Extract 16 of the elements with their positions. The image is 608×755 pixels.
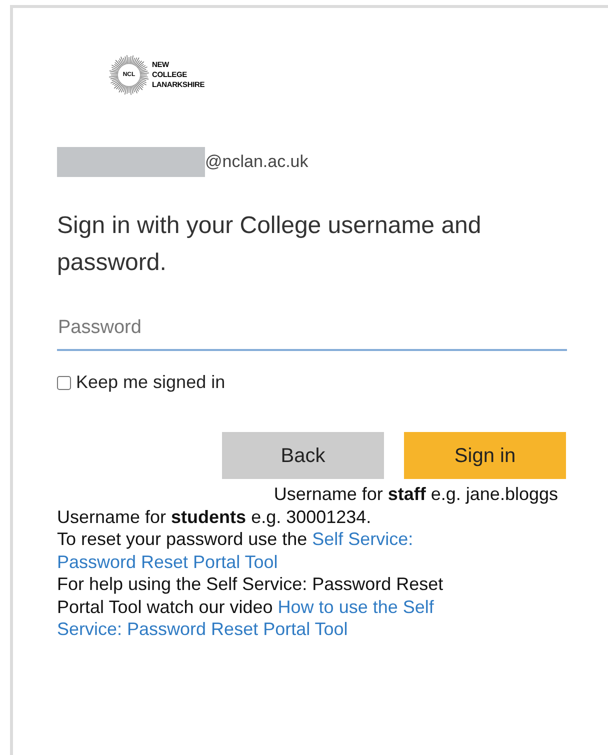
- help-link[interactable]: Self Service:: [312, 529, 414, 549]
- sign-in-button[interactable]: Sign in: [404, 432, 566, 479]
- password-field[interactable]: Password: [57, 307, 567, 351]
- help-text: For help using the Self Service: Password Reset: [57, 573, 444, 596]
- sign-in-heading: Sign in with your College username and password.: [57, 211, 482, 278]
- help-link[interactable]: Service: Password Reset Portal Tool: [57, 619, 348, 639]
- keep-signed-in-label: Keep me signed in: [76, 371, 226, 394]
- help-text: To reset your password use the Self Service:: [57, 528, 414, 550]
- help-text: Portal Tool watch our video How to use the Self: [57, 596, 435, 618]
- keep-signed-in-checkbox[interactable]: [57, 376, 71, 390]
- help-text: Username for staff e.g. jane.bloggs: [272, 483, 559, 506]
- account-domain: @nclan.ac.uk: [205, 151, 308, 174]
- help-text: Username for students e.g. 30001234.: [57, 506, 372, 528]
- help-link[interactable]: Password Reset Portal Tool: [57, 552, 278, 572]
- back-button[interactable]: Back: [222, 432, 384, 479]
- help-link[interactable]: How to use the Self: [278, 596, 434, 616]
